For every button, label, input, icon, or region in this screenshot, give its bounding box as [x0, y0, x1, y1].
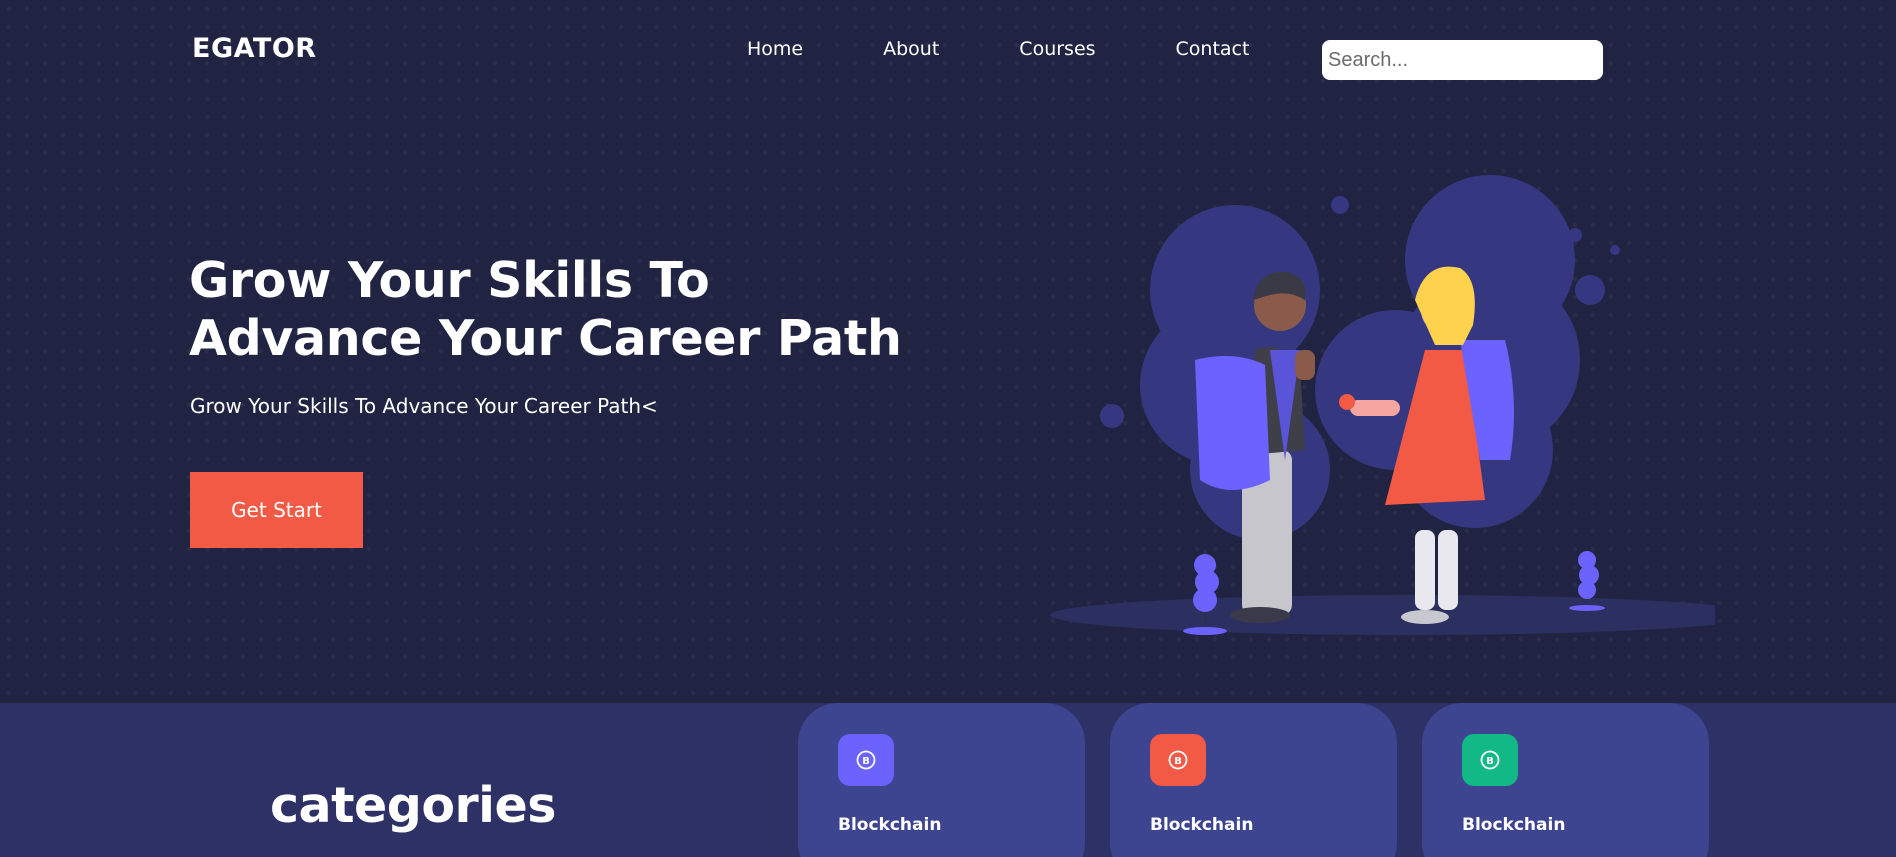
search-input[interactable] — [1322, 40, 1603, 80]
nav-contact[interactable]: Contact — [1176, 38, 1250, 60]
nav-about[interactable]: About — [883, 38, 939, 60]
bitcoin-icon: B — [1462, 734, 1518, 786]
category-card[interactable]: B Blockchain — [798, 703, 1085, 857]
hero-title: Grow Your Skills To Advance Your Career … — [189, 252, 909, 368]
hero-subtitle: Grow Your Skills To Advance Your Career … — [190, 394, 658, 418]
category-card-label: Blockchain — [838, 815, 942, 835]
students-illustration — [1050, 175, 1715, 635]
hero-section: EGATOR Home About Courses Contact Grow Y… — [0, 0, 1896, 703]
svg-text:B: B — [1174, 756, 1182, 767]
category-card-label: Blockchain — [1150, 815, 1254, 835]
nav-courses[interactable]: Courses — [1019, 38, 1095, 60]
hero-title-line1: Grow Your Skills To — [189, 252, 710, 309]
bitcoin-icon: B — [838, 734, 894, 786]
logo[interactable]: EGATOR — [192, 33, 317, 64]
category-card[interactable]: B Blockchain — [1110, 703, 1397, 857]
main-nav: Home About Courses Contact — [747, 38, 1329, 60]
svg-text:B: B — [862, 756, 870, 767]
categories-section: categories B Blockchain B Blockchain B B… — [0, 703, 1896, 857]
category-card-label: Blockchain — [1462, 815, 1566, 835]
svg-text:B: B — [1486, 756, 1494, 767]
hero-title-line2: Advance Your Career Path — [189, 310, 902, 367]
get-start-button[interactable]: Get Start — [190, 472, 363, 548]
categories-title: categories — [270, 777, 556, 834]
nav-home[interactable]: Home — [747, 38, 803, 60]
bitcoin-icon: B — [1150, 734, 1206, 786]
category-card[interactable]: B Blockchain — [1422, 703, 1709, 857]
